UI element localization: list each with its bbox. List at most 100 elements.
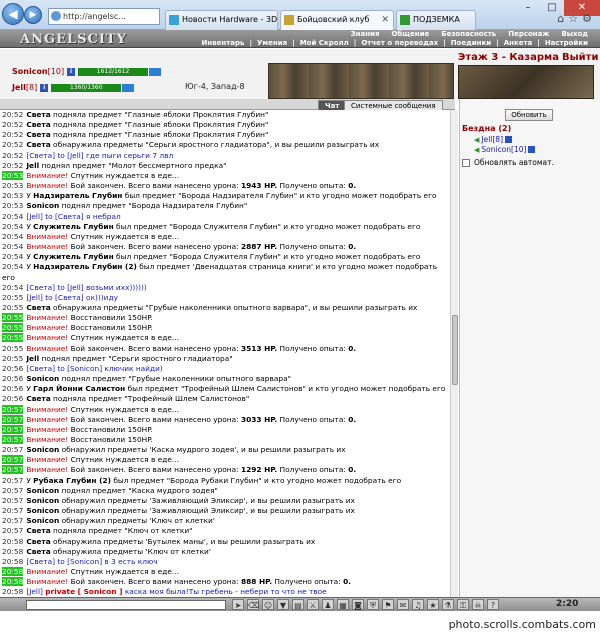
scrollbar-thumb[interactable] — [452, 315, 458, 385]
people-icon[interactable]: ♟ — [322, 599, 334, 610]
chat-timestamp[interactable]: 20:57 — [2, 414, 24, 424]
chat-bold-text[interactable]: Света — [26, 140, 50, 149]
potion-icon[interactable]: ⚗ — [442, 599, 454, 610]
chat-bold-text[interactable]: 1943 HP. — [241, 181, 277, 190]
chat-bold-text[interactable]: 0. — [348, 465, 356, 474]
chat-bold-text[interactable]: Jell — [26, 161, 39, 170]
chat-timestamp[interactable]: 20:57 — [2, 486, 23, 495]
chat-timestamp[interactable]: 20:57 — [2, 435, 24, 444]
chat-bold-text[interactable]: Света — [26, 130, 50, 139]
player-name[interactable]: Jell — [12, 83, 26, 92]
room-user-name[interactable]: Sonicon[10] — [481, 145, 526, 154]
chat-private-text[interactable]: [Jell] to [Света] ок)))иду — [26, 293, 118, 302]
chat-bold-text[interactable]: Света — [26, 110, 50, 119]
chat-bold-text[interactable]: Надзиратель Глубин — [33, 191, 122, 200]
home-icon[interactable]: ⌂ — [557, 12, 568, 25]
menu-character[interactable]: Персонаж — [508, 30, 549, 39]
star-icon[interactable]: ☆ — [568, 12, 582, 25]
chat-timestamp[interactable]: 20:55 — [2, 333, 24, 343]
back-button[interactable]: ◀ — [2, 3, 24, 25]
chat-input[interactable] — [26, 600, 226, 610]
chat-timestamp[interactable]: 20:57 — [2, 404, 24, 414]
chat-timestamp[interactable]: 20:57 — [2, 516, 23, 525]
chat-bold-text[interactable]: 3033 HP. — [241, 415, 277, 424]
star-icon[interactable]: ★ — [427, 599, 439, 610]
chat-log[interactable]: 20:52 Света подняла предмет "Глазные ябло… — [2, 110, 450, 597]
send-icon[interactable]: ➤ — [232, 599, 244, 610]
tab-podzemka[interactable]: ПОДЗЕМКА — [396, 10, 476, 30]
info-icon[interactable]: i — [67, 67, 76, 76]
chat-bold-text[interactable]: 888 HP. — [241, 577, 272, 586]
menu-inventory[interactable]: Инвентарь — [202, 39, 245, 48]
info-icon[interactable] — [528, 146, 536, 153]
chat-bold-text[interactable]: 0. — [348, 242, 356, 251]
menu-my-scroll[interactable]: Мой Скролл — [300, 39, 349, 48]
chat-timestamp[interactable]: 20:54 — [2, 232, 23, 241]
menu-profile[interactable]: Анкета — [504, 39, 533, 48]
menu-knowledge[interactable]: Знания — [351, 30, 380, 39]
menu-exit[interactable]: Выход — [561, 30, 588, 39]
chat-bold-text[interactable]: Sonicon — [26, 516, 59, 525]
chat-timestamp[interactable]: 20:54 — [2, 242, 23, 251]
auto-update-checkbox[interactable] — [462, 158, 470, 167]
chat-timestamp[interactable]: 20:57 — [2, 455, 24, 465]
chat-timestamp[interactable]: 20:55 — [2, 303, 23, 312]
chat-timestamp[interactable]: 20:53 — [2, 191, 23, 200]
exit-link[interactable]: Выйти — [562, 52, 598, 63]
menu-transfers[interactable]: Отчет о переводах — [361, 39, 438, 48]
auto-update-option[interactable]: Обновлять автомат. — [462, 158, 554, 167]
chat-private-text[interactable]: [Света] to [Sonicon] в 3 есть ключ — [26, 557, 157, 566]
book-icon[interactable]: ▤ — [292, 599, 304, 610]
chat-private-text[interactable]: [Jell] — [26, 587, 45, 596]
info-icon[interactable]: i — [40, 83, 49, 92]
chat-private-text[interactable]: каска моя была!Ты гребень - небери то чт… — [122, 587, 327, 596]
chat-bold-text[interactable]: Sonicon — [26, 506, 59, 515]
chat-timestamp[interactable]: 20:56 — [2, 364, 23, 373]
bag-icon[interactable]: ◙ — [352, 599, 364, 610]
chat-timestamp[interactable]: 20:58 — [2, 577, 24, 587]
chat-timestamp[interactable]: 20:57 — [2, 465, 24, 475]
chat-timestamp[interactable]: 20:54 — [2, 222, 23, 231]
chat-timestamp[interactable]: 20:52 — [2, 110, 23, 119]
menu-security[interactable]: Безопасность — [441, 30, 496, 39]
help-icon[interactable]: ? — [487, 599, 499, 610]
chat-timestamp[interactable]: 20:52 — [2, 161, 23, 170]
chat-bold-text[interactable]: Sonicon — [26, 486, 59, 495]
menu-chat[interactable]: Общение — [391, 30, 429, 39]
chat-timestamp[interactable]: 20:54 — [2, 212, 23, 221]
smile-icon[interactable]: ☺ — [262, 599, 274, 610]
chat-bold-text[interactable]: 2887 HP. — [241, 242, 277, 251]
chat-bold-text[interactable]: 0. — [348, 415, 356, 424]
chat-bold-text[interactable]: Надзиратель Глубин (2) — [33, 262, 137, 271]
refresh-button[interactable]: Обновить — [505, 109, 553, 121]
chat-timestamp[interactable]: 20:57 — [2, 526, 23, 535]
chat-timestamp[interactable]: 20:54 — [2, 262, 23, 271]
chat-timestamp[interactable]: 20:56 — [2, 394, 23, 403]
gear-icon[interactable]: ⚙ — [582, 12, 596, 25]
info-icon[interactable] — [505, 136, 513, 143]
chat-bold-text[interactable]: Рубака Глубин (2) — [33, 476, 111, 485]
chat-timestamp[interactable]: 20:52 — [2, 151, 23, 160]
flag-icon[interactable]: ⚑ — [382, 599, 394, 610]
chat-private-text[interactable]: [Света] to [Jell] где пыги серьги 7 лвл — [26, 151, 173, 160]
chat-scrollbar[interactable] — [450, 110, 458, 597]
chat-timestamp[interactable]: 20:57 — [2, 506, 23, 515]
tab-3dnews[interactable]: Новости Hardware - 3DNews -... — [165, 10, 278, 30]
chat-bold-text[interactable]: Sonicon — [26, 496, 59, 505]
filter-icon[interactable]: ▼ — [277, 599, 289, 610]
music-icon[interactable]: ♫ — [412, 599, 424, 610]
tab-chat[interactable]: Чат — [318, 100, 347, 110]
chat-timestamp[interactable]: 20:52 — [2, 130, 23, 139]
chat-timestamp[interactable]: 20:55 — [2, 293, 23, 302]
chat-timestamp[interactable]: 20:56 — [2, 384, 23, 393]
player-name[interactable]: Sonicon — [12, 67, 48, 76]
forward-button[interactable]: ▶ — [24, 6, 42, 24]
chat-bold-text[interactable]: Света — [26, 537, 50, 546]
chat-bold-text[interactable]: 0. — [348, 344, 356, 353]
chat-timestamp[interactable]: 20:57 — [2, 445, 23, 454]
chat-timestamp[interactable]: 20:52 — [2, 120, 23, 129]
close-tab-icon[interactable]: ✕ — [381, 11, 389, 29]
chat-bold-text[interactable]: Jell — [26, 354, 39, 363]
tab-system-messages[interactable]: Системные сообщения — [344, 100, 443, 110]
chat-timestamp[interactable]: 20:58 — [2, 547, 23, 556]
